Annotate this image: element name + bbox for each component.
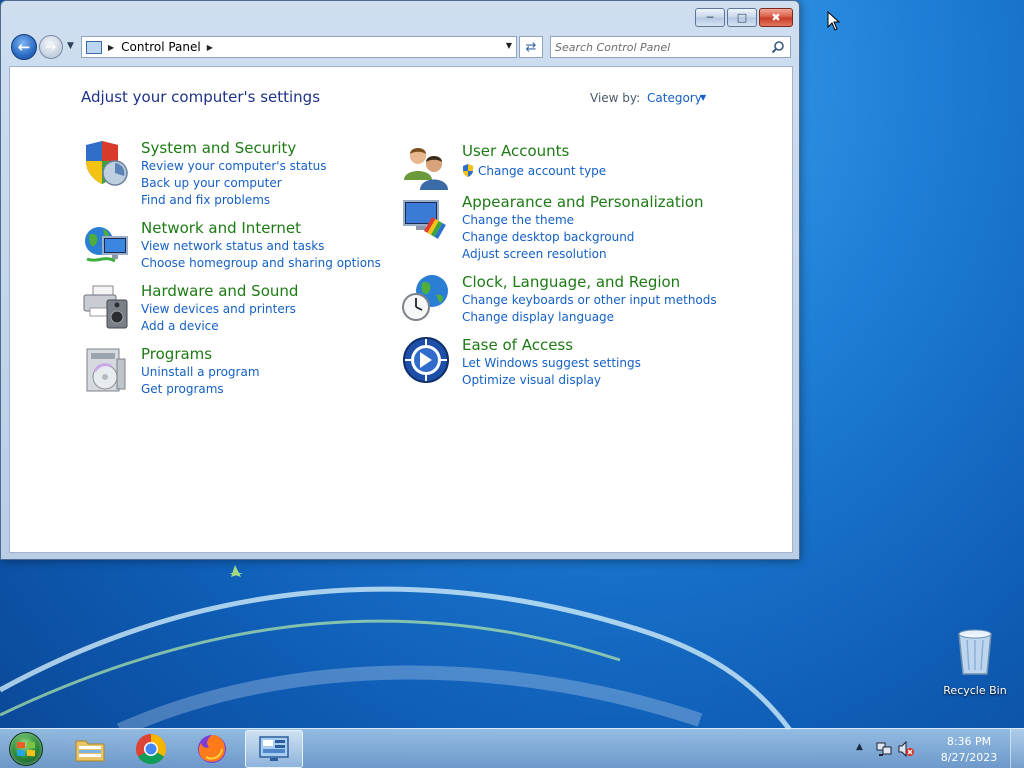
recycle-bin-icon — [958, 629, 992, 675]
link-change-theme[interactable]: Change the theme — [462, 213, 634, 230]
category-title[interactable]: Hardware and Sound — [141, 282, 298, 300]
network-globe-icon — [85, 227, 128, 263]
link-get-programs[interactable]: Get programs — [141, 382, 260, 399]
maximize-button[interactable]: □ — [727, 8, 757, 27]
windows-logo-icon — [9, 732, 43, 766]
search-box[interactable] — [550, 36, 791, 58]
control-panel-window: ─ □ ✖ ← → ▼ ▶ Control Panel ▶ ▼ ⇄ Adjust… — [0, 0, 800, 560]
link-review-status[interactable]: Review your computer's status — [141, 159, 327, 176]
view-by-chevron-icon[interactable]: ▼ — [700, 93, 706, 102]
link-change-account-type-row[interactable]: Change account type — [462, 164, 606, 181]
category-title[interactable]: User Accounts — [462, 142, 569, 160]
category-title[interactable]: Clock, Language, and Region — [462, 273, 680, 291]
clock-globe-icon — [402, 275, 448, 321]
firefox-icon — [198, 735, 226, 763]
clock-date: 8/27/2023 — [940, 751, 998, 764]
link-windows-suggest[interactable]: Let Windows suggest settings — [462, 356, 641, 373]
page-title: Adjust your computer's settings — [81, 88, 321, 106]
mouse-cursor-icon — [827, 11, 841, 31]
view-by-dropdown[interactable]: Category — [647, 91, 702, 105]
taskbar-explorer-button[interactable] — [61, 730, 119, 768]
volume-muted-icon[interactable] — [898, 741, 914, 757]
caption-buttons: ─ □ ✖ — [695, 8, 793, 27]
taskbar-chrome-button[interactable] — [122, 730, 180, 768]
link-backup[interactable]: Back up your computer — [141, 176, 327, 193]
view-by-label: View by: — [590, 91, 641, 105]
category-title[interactable]: Programs — [141, 345, 212, 363]
printer-speaker-icon — [83, 285, 128, 329]
breadcrumb-control-panel[interactable]: Control Panel — [121, 40, 201, 54]
category-title[interactable]: Ease of Access — [462, 336, 573, 354]
link-devices-printers[interactable]: View devices and printers — [141, 302, 296, 319]
link-find-fix-problems[interactable]: Find and fix problems — [141, 193, 327, 210]
link-homegroup-sharing[interactable]: Choose homegroup and sharing options — [141, 256, 381, 273]
close-icon: ✖ — [771, 11, 781, 24]
breadcrumb-chevron-icon[interactable]: ▶ — [108, 43, 114, 52]
notification-area: ▲ 8:36 PM 8/27/2023 — [854, 729, 1024, 768]
address-bar[interactable]: ▶ Control Panel ▶ ▼ — [81, 36, 517, 58]
address-dropdown-icon[interactable]: ▼ — [506, 41, 512, 50]
link-optimize-display[interactable]: Optimize visual display — [462, 373, 641, 390]
show-hidden-icons-button[interactable]: ▲ — [856, 742, 863, 752]
start-button[interactable] — [5, 729, 47, 768]
show-desktop-button[interactable] — [1010, 729, 1024, 768]
minimize-icon: ─ — [706, 11, 714, 24]
link-screen-resolution[interactable]: Adjust screen resolution — [462, 247, 634, 264]
chrome-icon — [135, 734, 167, 765]
control-panel-icon — [259, 736, 289, 761]
users-icon — [404, 148, 448, 190]
back-arrow-icon: ← — [17, 38, 31, 56]
control-panel-content: Adjust your computer's settings View by:… — [9, 66, 793, 553]
system-clock[interactable]: 8:36 PM 8/27/2023 — [936, 734, 1002, 766]
link-add-device[interactable]: Add a device — [141, 319, 296, 336]
refresh-icon: ⇄ — [525, 39, 537, 55]
refresh-button[interactable]: ⇄ — [519, 36, 543, 58]
search-icon[interactable] — [771, 40, 785, 54]
monitor-palette-icon — [403, 200, 446, 239]
link-display-language[interactable]: Change display language — [462, 310, 717, 327]
recycle-bin-shortcut[interactable]: Recycle Bin — [938, 628, 1012, 697]
close-button[interactable]: ✖ — [759, 8, 793, 27]
breadcrumb-chevron-icon[interactable]: ▶ — [207, 43, 213, 52]
taskbar-control-panel-button[interactable] — [245, 730, 303, 768]
network-icon[interactable] — [876, 741, 892, 757]
folder-icon — [75, 740, 105, 762]
link-desktop-background[interactable]: Change desktop background — [462, 230, 634, 247]
back-button[interactable]: ← — [11, 34, 37, 60]
link-change-account-type[interactable]: Change account type — [478, 164, 606, 178]
ease-of-access-icon — [403, 337, 449, 383]
desktop-wallpaper-swoosh — [0, 565, 792, 730]
control-panel-small-icon — [86, 40, 102, 54]
recent-pages-dropdown[interactable]: ▼ — [67, 41, 74, 51]
category-title[interactable]: Network and Internet — [141, 219, 301, 237]
link-uninstall-program[interactable]: Uninstall a program — [141, 365, 260, 382]
uac-shield-icon — [463, 164, 473, 177]
taskbar: ▲ 8:36 PM 8/27/2023 — [0, 728, 1024, 768]
programs-disc-icon — [86, 348, 126, 392]
forward-arrow-icon: → — [45, 39, 57, 55]
navigation-bar: ← → ▼ ▶ Control Panel ▶ ▼ ⇄ — [9, 34, 793, 60]
search-input[interactable] — [555, 40, 765, 54]
clock-time: 8:36 PM — [946, 735, 992, 748]
forward-button[interactable]: → — [39, 35, 63, 59]
category-title[interactable]: System and Security — [141, 139, 296, 157]
maximize-icon: □ — [736, 11, 748, 24]
category-title[interactable]: Appearance and Personalization — [462, 193, 704, 211]
taskbar-firefox-button[interactable] — [183, 730, 241, 768]
link-network-status[interactable]: View network status and tasks — [141, 239, 381, 256]
recycle-bin-label: Recycle Bin — [943, 684, 1007, 697]
minimize-button[interactable]: ─ — [695, 8, 725, 27]
link-keyboards-input[interactable]: Change keyboards or other input methods — [462, 293, 717, 310]
shield-security-icon — [86, 141, 128, 186]
